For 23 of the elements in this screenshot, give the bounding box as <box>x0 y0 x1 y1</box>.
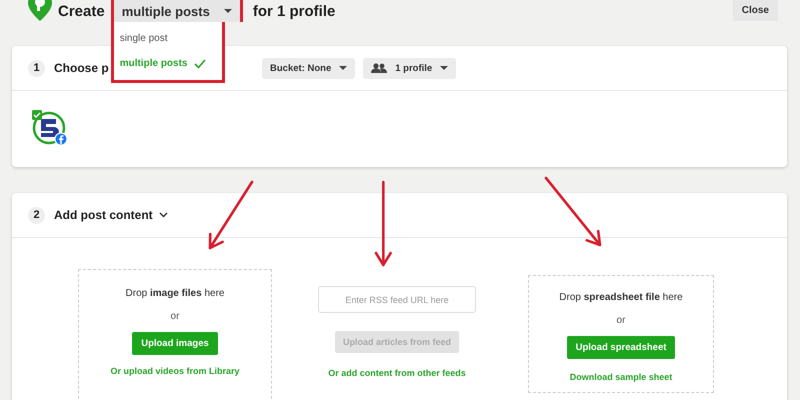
step-title: Add post content <box>54 208 153 222</box>
arrow <box>208 180 254 250</box>
menu-item[interactable]: single post <box>114 26 222 51</box>
caret-icon <box>440 66 448 70</box>
people-icon <box>371 63 388 73</box>
profile-dropdown[interactable]: 1 profile <box>363 58 456 78</box>
caret-icon <box>224 9 232 13</box>
drop-text: Drop image files here <box>126 288 224 299</box>
title-text: for 1 profile <box>252 2 336 20</box>
bucket-dropdown[interactable]: Bucket: None <box>262 58 356 78</box>
title-text: Create <box>58 2 105 20</box>
or-text: or <box>616 315 626 326</box>
step-number: 2 <box>28 206 45 224</box>
check-icon <box>194 58 206 68</box>
or-text: or <box>170 311 180 322</box>
logo-icon <box>28 0 52 21</box>
mode-dropdown[interactable]: multiple posts <box>110 0 243 22</box>
caret-icon <box>339 66 348 70</box>
step-number: 1 <box>28 60 45 76</box>
close-button[interactable]: Close <box>732 0 778 20</box>
drop-text: Drop spreadsheet file here <box>559 292 683 303</box>
arrow <box>544 176 602 247</box>
url-field[interactable]: Enter RSS feed URL here <box>318 286 476 313</box>
